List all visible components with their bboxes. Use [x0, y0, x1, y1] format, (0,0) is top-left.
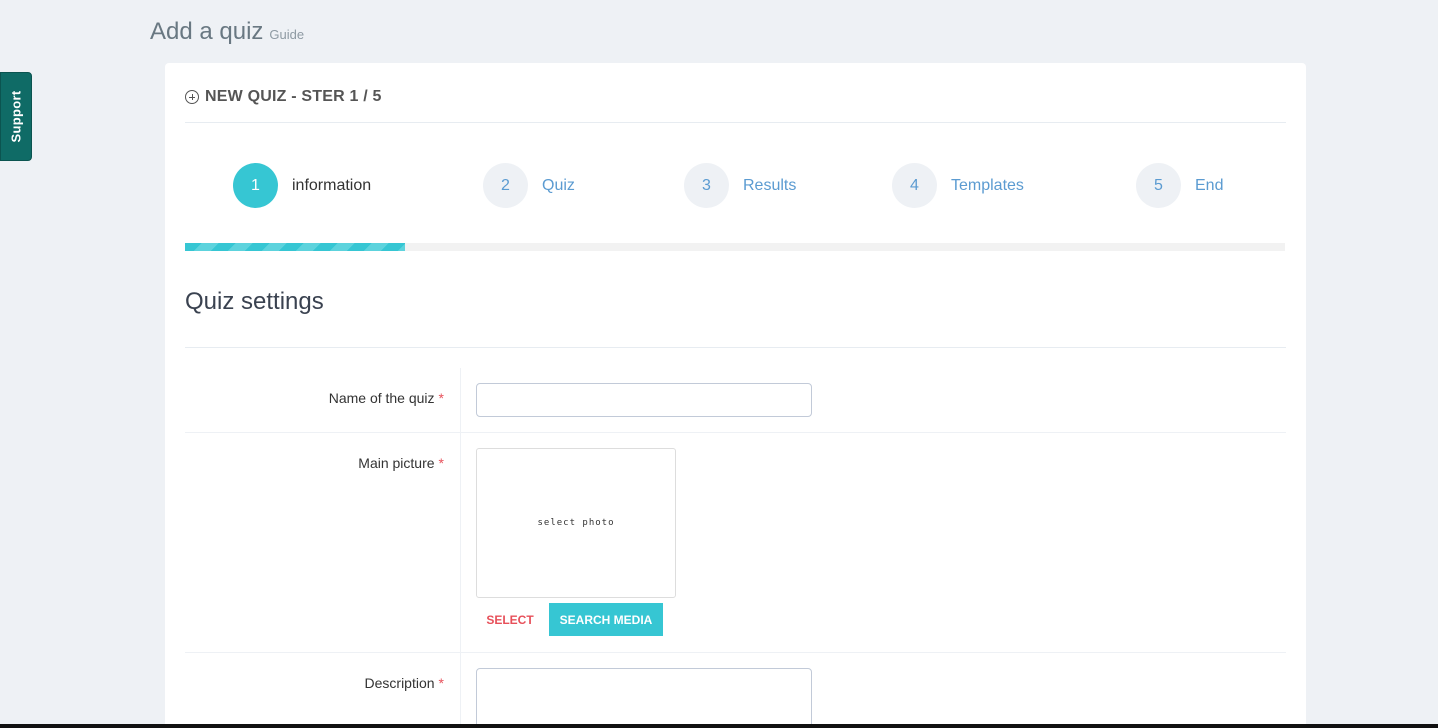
description-textarea[interactable] — [476, 668, 812, 728]
step-number: 5 — [1136, 163, 1181, 208]
search-media-button[interactable]: SEARCH MEDIA — [549, 603, 663, 636]
page-title: Add a quiz — [150, 18, 264, 45]
form-row-picture: Main picture * select photo SELECT SEARCH… — [185, 433, 1286, 653]
step-end[interactable]: 5 End — [1136, 163, 1223, 208]
window-bottom-edge — [0, 724, 1438, 728]
wizard-progress-bar — [185, 243, 1285, 251]
description-label: Description * — [364, 675, 444, 691]
photo-placeholder-text: select photo — [537, 518, 615, 528]
name-label: Name of the quiz * — [328, 390, 444, 406]
support-tab[interactable]: Support — [0, 72, 32, 161]
divider — [460, 653, 461, 728]
step-number: 4 — [892, 163, 937, 208]
progress-fill — [185, 243, 405, 251]
form-row-name: Name of the quiz * — [185, 368, 1286, 433]
step-number: 3 — [684, 163, 729, 208]
step-quiz[interactable]: 2 Quiz — [483, 163, 575, 208]
wizard-steps: 1 information 2 Quiz 3 Results 4 Templat… — [185, 163, 1285, 209]
divider — [460, 368, 461, 432]
required-marker: * — [438, 675, 444, 691]
panel-caption: NEW QUIZ - STER 1 / 5 — [205, 87, 382, 105]
step-templates[interactable]: 4 Templates — [892, 163, 1024, 208]
required-marker: * — [438, 455, 444, 471]
panel-title-bar: NEW QUIZ - STER 1 / 5 — [185, 85, 1286, 123]
step-label: Templates — [951, 176, 1024, 194]
page-header: Add a quiz Guide — [150, 18, 304, 46]
form-row-description: Description * — [185, 653, 1286, 728]
step-number: 1 — [233, 163, 278, 208]
required-marker: * — [438, 390, 444, 406]
select-photo-button[interactable]: SELECT — [476, 603, 544, 636]
photo-preview[interactable]: select photo — [476, 448, 676, 598]
step-results[interactable]: 3 Results — [684, 163, 796, 208]
quiz-name-input[interactable] — [476, 383, 812, 417]
divider — [460, 433, 461, 652]
section-divider — [185, 347, 1286, 348]
step-information[interactable]: 1 information — [233, 163, 371, 208]
step-number: 2 — [483, 163, 528, 208]
step-label: End — [1195, 176, 1224, 194]
page-subtitle: Guide — [269, 27, 305, 42]
step-label: Quiz — [542, 176, 575, 194]
plus-circle-icon — [185, 89, 199, 104]
quiz-wizard-panel: NEW QUIZ - STER 1 / 5 1 information 2 Qu… — [165, 63, 1306, 728]
picture-label: Main picture * — [358, 455, 444, 471]
step-label: information — [292, 176, 372, 194]
section-title: Quiz settings — [185, 288, 324, 315]
support-label: Support — [8, 90, 24, 143]
step-label: Results — [743, 176, 797, 194]
